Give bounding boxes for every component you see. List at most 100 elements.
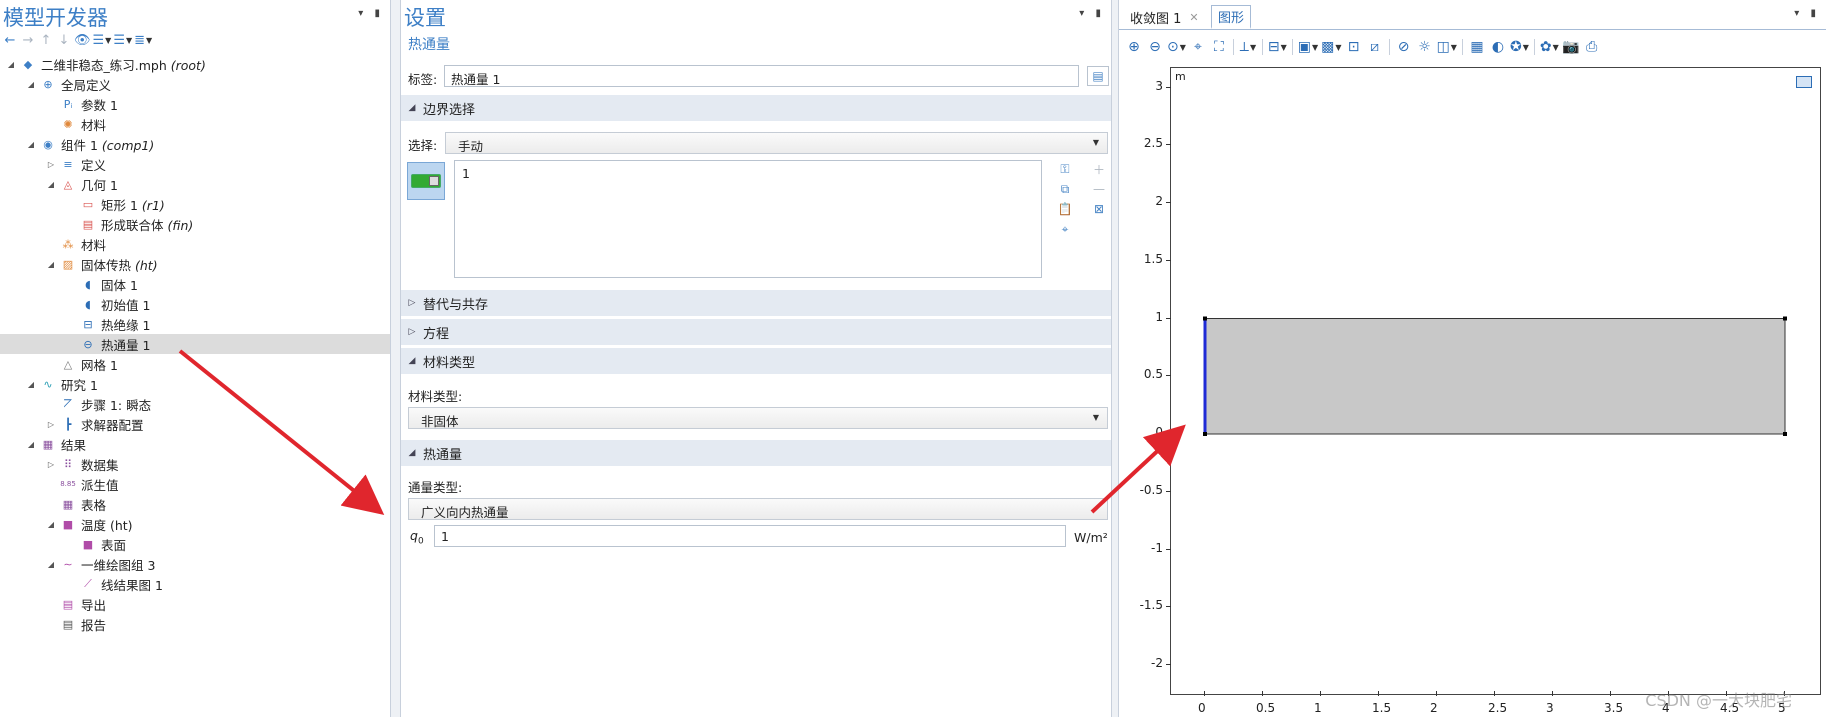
section-override[interactable]: ▷ 替代与共存: [401, 290, 1111, 316]
collapse-arrow-icon[interactable]: ◢: [26, 380, 36, 389]
view-icon[interactable]: ◫ ▼: [1437, 37, 1457, 57]
tree-item[interactable]: ▭ 矩形 1 (r1): [0, 194, 390, 214]
selection-list[interactable]: 1: [454, 160, 1042, 278]
tree-item[interactable]: ◢ ◉ 组件 1 (comp1): [0, 134, 390, 154]
graphics-canvas[interactable]: m: [1170, 67, 1821, 695]
tree-item[interactable]: ▦ 表格: [0, 494, 390, 514]
list-view-icon[interactable]: ≣ ▼: [134, 31, 152, 49]
invert-selection-icon[interactable]: ⧄: [1366, 37, 1384, 57]
node-label-icon[interactable]: ▤: [1087, 66, 1109, 86]
selection-mode-icon[interactable]: ▣ ▼: [1298, 37, 1318, 57]
copy-icon[interactable]: ⧉: [1055, 180, 1075, 198]
clear-selection-icon[interactable]: ⊠: [1089, 200, 1109, 218]
forward-arrow-icon[interactable]: →: [20, 31, 36, 49]
geometry-vertex[interactable]: [1203, 316, 1207, 321]
tree-item[interactable]: ◢ ∿ 研究 1: [0, 374, 390, 394]
tree-item[interactable]: ▷ ⠿ 数据集: [0, 454, 390, 474]
tab-graphics[interactable]: 图形: [1211, 5, 1252, 29]
plus-icon[interactable]: ＋: [1089, 160, 1109, 178]
tree-item[interactable]: ◖ 固体 1: [0, 274, 390, 294]
left-splitter[interactable]: [391, 0, 400, 717]
tree-item[interactable]: ◢ ◆ 二维非稳态_练习.mph (root): [0, 54, 390, 74]
select-all-icon[interactable]: ⊡: [1345, 37, 1363, 57]
move-up-icon[interactable]: ↑: [38, 31, 54, 49]
camera-icon[interactable]: 📷: [1562, 37, 1580, 57]
select-boundaries-icon[interactable]: ⊟ ▼: [1268, 37, 1287, 57]
add-to-selection-icon[interactable]: ⚿: [1055, 160, 1075, 178]
tree-item[interactable]: ⊟ 热绝缘 1: [0, 314, 390, 334]
tree-item[interactable]: ⊖ 热通量 1: [0, 334, 390, 354]
geometry-vertex[interactable]: [1783, 432, 1787, 436]
move-down-icon[interactable]: ↓: [56, 31, 72, 49]
tree-item[interactable]: ◢ ⊕ 全局定义: [0, 74, 390, 94]
section-material-type[interactable]: ◢ 材料类型: [401, 348, 1111, 374]
collapse-arrow-icon[interactable]: ◢: [26, 140, 36, 149]
zoom-in-icon[interactable]: ⊕: [1125, 37, 1143, 57]
tree-item[interactable]: ◢ ▦ 结果: [0, 434, 390, 454]
expand-arrow-icon[interactable]: ▷: [46, 420, 56, 429]
back-arrow-icon[interactable]: ←: [2, 31, 18, 49]
tree-item[interactable]: ◖ 初始值 1: [0, 294, 390, 314]
geometry-vertex[interactable]: [1203, 432, 1207, 436]
tree-item[interactable]: ▤ 报告: [0, 614, 390, 634]
expand-arrow-icon[interactable]: ▷: [46, 460, 56, 469]
settings-panel-controls[interactable]: ▾ ▮: [1079, 8, 1105, 19]
tree-item[interactable]: ▤ 导出: [0, 594, 390, 614]
tree-item[interactable]: ◢ ▨ 固体传热 (ht): [0, 254, 390, 274]
section-heat-flux[interactable]: ◢ 热通量: [401, 440, 1111, 466]
tab-convergence-plot[interactable]: 收敛图 1 ✕: [1123, 5, 1206, 29]
zoom-extents-icon[interactable]: ⛶: [1210, 37, 1228, 57]
selection-dropdown[interactable]: 手动 ▼: [445, 132, 1108, 154]
section-boundary-selection[interactable]: ◢ 边界选择: [401, 95, 1111, 121]
grid-icon[interactable]: ▦: [1468, 37, 1486, 57]
collapse-sections-icon[interactable]: ☰ ▼: [113, 31, 132, 49]
collapse-arrow-icon[interactable]: ◢: [46, 260, 56, 269]
axis-orientation-icon[interactable]: ⟂ ▼: [1239, 37, 1257, 57]
tree-item[interactable]: ◢ ∼ 一维绘图组 3: [0, 554, 390, 574]
collapse-arrow-icon[interactable]: ◢: [6, 60, 16, 69]
collapse-arrow-icon[interactable]: ◢: [26, 80, 36, 89]
q0-input[interactable]: 1: [434, 525, 1066, 547]
label-input[interactable]: 热通量 1: [444, 65, 1079, 87]
show-icon[interactable]: 👁: [74, 31, 91, 49]
close-tab-icon[interactable]: ✕: [1189, 11, 1198, 24]
zoom-selected-icon[interactable]: ⌖: [1189, 37, 1207, 57]
tree-item[interactable]: ⦢ 步骤 1: 瞬态: [0, 394, 390, 414]
tree-item[interactable]: ◢ ◬ 几何 1: [0, 174, 390, 194]
tree-item[interactable]: ■ 表面: [0, 534, 390, 554]
tree-item[interactable]: ⟋ 线结果图 1: [0, 574, 390, 594]
section-equation[interactable]: ▷ 方程: [401, 319, 1111, 345]
color-icon[interactable]: ✪ ▼: [1510, 37, 1529, 57]
print-icon[interactable]: ⎙: [1583, 37, 1601, 57]
scene-light-icon[interactable]: ☼: [1416, 37, 1434, 57]
zoom-box-icon[interactable]: ⊙ ▼: [1167, 37, 1186, 57]
collapse-arrow-icon[interactable]: ◢: [26, 440, 36, 449]
collapse-arrow-icon[interactable]: ◢: [46, 520, 56, 529]
tree-item[interactable]: 8.85 派生值: [0, 474, 390, 494]
box-select-icon[interactable]: ▩ ▼: [1321, 37, 1341, 57]
collapse-arrow-icon[interactable]: ◢: [46, 560, 56, 569]
tree-item[interactable]: ▷ ┣ 求解器配置: [0, 414, 390, 434]
graphics-panel-controls[interactable]: ▾ ▮: [1794, 8, 1820, 19]
hide-icon[interactable]: ⊘: [1395, 37, 1413, 57]
minus-icon[interactable]: —: [1089, 180, 1109, 198]
tree-item[interactable]: ▷ ≡ 定义: [0, 154, 390, 174]
transparency-icon[interactable]: ◐: [1489, 37, 1507, 57]
panel-controls[interactable]: ▾ ▮: [358, 8, 384, 19]
rectangle-domain[interactable]: [1204, 318, 1786, 435]
tree-item[interactable]: ▤ 形成联合体 (fin): [0, 214, 390, 234]
tree-item[interactable]: Pᵢ 参数 1: [0, 94, 390, 114]
expand-sections-icon[interactable]: ☰ ▼: [93, 31, 112, 49]
render-icon[interactable]: ✿ ▼: [1540, 37, 1559, 57]
tree-item[interactable]: ◢ ■ 温度 (ht): [0, 514, 390, 534]
flux-type-dropdown[interactable]: 广义向内热通量: [408, 498, 1108, 520]
collapse-arrow-icon[interactable]: ◢: [46, 180, 56, 189]
expand-arrow-icon[interactable]: ▷: [46, 160, 56, 169]
zoom-out-icon[interactable]: ⊖: [1146, 37, 1164, 57]
material-type-dropdown[interactable]: 非固体 ▼: [408, 407, 1108, 429]
paste-icon[interactable]: 📋: [1055, 200, 1075, 218]
geometry-vertex[interactable]: [1783, 316, 1787, 321]
active-toggle-button[interactable]: [407, 162, 445, 200]
tree-item[interactable]: ⁂ 材料: [0, 234, 390, 254]
tree-item[interactable]: ✺ 材料: [0, 114, 390, 134]
